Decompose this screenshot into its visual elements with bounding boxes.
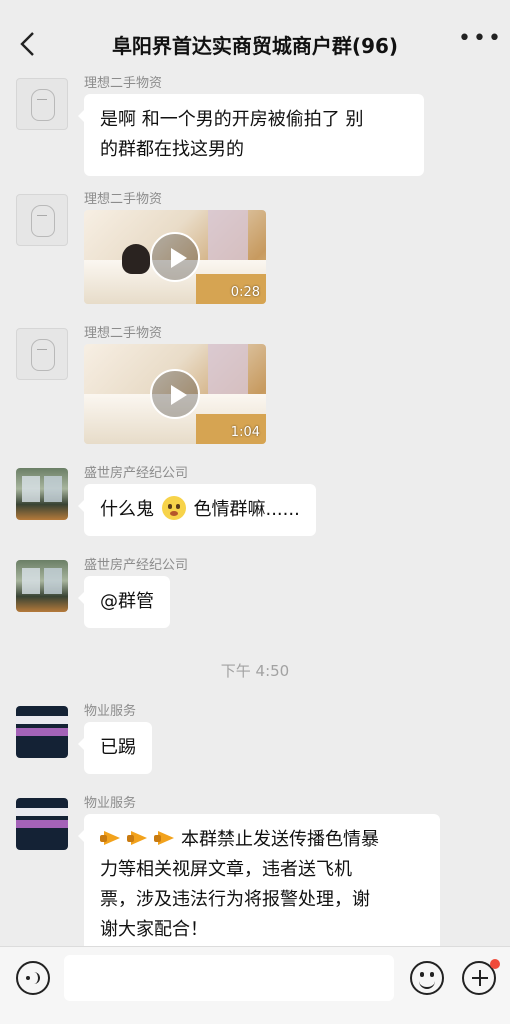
video-thumbnail[interactable]: 0:28	[84, 210, 266, 304]
emoji-face-icon[interactable]	[410, 961, 444, 995]
avatar[interactable]	[16, 328, 68, 380]
flushed-face-icon	[161, 496, 186, 520]
avatar[interactable]	[16, 78, 68, 130]
play-icon[interactable]	[150, 369, 200, 419]
video-duration: 0:28	[230, 285, 260, 300]
sender-name: 盛世房产经纪公司	[84, 558, 189, 573]
sender-name: 物业服务	[84, 796, 137, 811]
message-text: 本群禁止发送传播色情暴	[181, 829, 379, 850]
input-bar	[0, 946, 510, 1024]
voice-icon[interactable]	[16, 961, 50, 995]
sender-name: 盛世房产经纪公司	[84, 466, 189, 481]
timestamp: 下午 4:50	[220, 662, 290, 680]
message-text-line: 谢大家配合！	[100, 919, 208, 940]
notification-dot	[490, 959, 500, 969]
sender-name: 物业服务	[84, 704, 137, 719]
message-text-line: 本群禁止发送传播色情暴	[100, 825, 424, 855]
video-duration: 1:04	[230, 425, 260, 440]
avatar[interactable]	[16, 798, 68, 850]
avatar[interactable]	[16, 560, 68, 612]
megaphone-icon	[100, 828, 126, 848]
message-text-line: 的群都在找这男的	[100, 139, 244, 160]
message-text: @群管	[100, 591, 154, 612]
message-list[interactable]: 理想二手物资 是啊 和一个男的开房被偷拍了 别 的群都在找这男的 理想二手物资 …	[0, 60, 510, 946]
video-scene-person	[122, 244, 150, 274]
message-text-line: 票，涉及违法行为将报警处理，谢	[100, 889, 370, 910]
message-text: 什么鬼	[100, 499, 154, 520]
play-icon[interactable]	[150, 232, 200, 282]
message-bubble[interactable]: 本群禁止发送传播色情暴 力等相关视屏文章，违者送飞机 票，涉及违法行为将报警处理…	[78, 814, 440, 946]
message-bubble[interactable]: 已踢	[78, 722, 152, 774]
message-input[interactable]	[64, 955, 394, 1001]
megaphone-icon	[127, 828, 153, 848]
message-text-line: 力等相关视屏文章，违者送飞机	[100, 859, 352, 880]
back-chevron-icon[interactable]	[16, 30, 40, 58]
message-bubble[interactable]: 什么鬼 色情群嘛......	[78, 484, 316, 536]
message-bubble[interactable]: @群管	[78, 576, 170, 628]
avatar[interactable]	[16, 194, 68, 246]
avatar[interactable]	[16, 468, 68, 520]
more-dots-icon[interactable]: •••	[458, 28, 501, 54]
message-text: 色情群嘛......	[193, 499, 300, 520]
message-bubble[interactable]: 是啊 和一个男的开房被偷拍了 别 的群都在找这男的	[78, 94, 424, 176]
message-text: 已踢	[100, 737, 136, 758]
chat-title: 阜阳界首达实商贸城商户群(96)	[111, 34, 399, 58]
sender-name: 理想二手物资	[84, 326, 163, 341]
megaphone-icon	[154, 828, 180, 848]
sender-name: 理想二手物资	[84, 192, 163, 207]
sender-name: 理想二手物资	[84, 76, 163, 91]
avatar[interactable]	[16, 706, 68, 758]
message-text-line: 是啊 和一个男的开房被偷拍了 别	[100, 109, 364, 130]
video-thumbnail[interactable]: 1:04	[84, 344, 266, 444]
